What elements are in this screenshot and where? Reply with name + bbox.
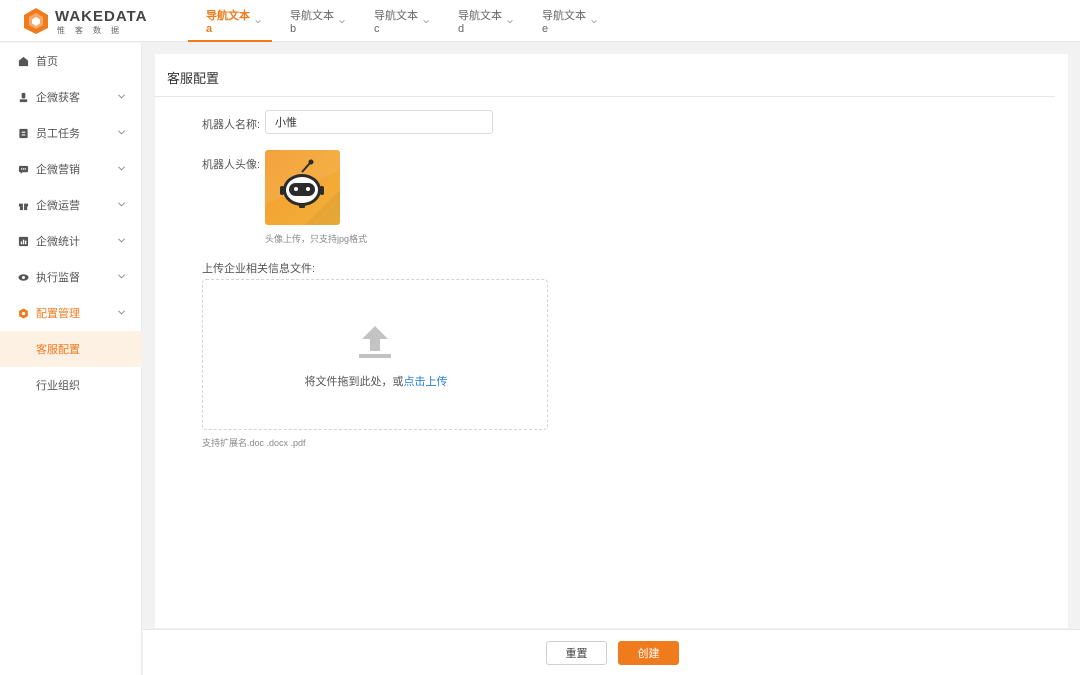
- upload-text: 将文件拖到此处，或: [304, 376, 404, 388]
- sidebar-item-home[interactable]: 首页: [0, 43, 142, 79]
- brand-logo[interactable]: WAKEDATA 惟客数据: [22, 6, 146, 36]
- sidebar-subitem-label: 客服配置: [36, 344, 80, 356]
- sidebar-item-label: 执行监督: [36, 272, 80, 284]
- sidebar-item-config[interactable]: 配置管理: [0, 295, 142, 331]
- chevron-down-icon: [255, 19, 261, 23]
- chevron-down-icon: [423, 19, 429, 23]
- robot-avatar-label: 机器人头像:: [202, 159, 261, 171]
- form-footer: 重置 创建: [143, 629, 1080, 675]
- file-upload-dropzone[interactable]: 将文件拖到此处，或点击上传: [202, 279, 548, 430]
- top-header: WAKEDATA 惟客数据 导航文本a 导航文本b 导航文本c 导航文本d 导航…: [0, 0, 1080, 42]
- brand-subtitle: 惟客数据: [57, 26, 129, 35]
- chevron-down-icon: [591, 19, 597, 23]
- nav-item-label: 导航文本e: [542, 10, 586, 35]
- sidebar-item-label: 企微获客: [36, 92, 80, 104]
- robot-avatar-upload[interactable]: [265, 150, 340, 225]
- robot-name-input[interactable]: [265, 110, 493, 134]
- sidebar-item-label: 企微运营: [36, 200, 80, 212]
- upload-hint: 支持扩展名.doc .docx .pdf: [202, 438, 306, 448]
- sidebar-item-tasks[interactable]: 员工任务: [0, 115, 142, 151]
- gift-icon: [18, 203, 29, 210]
- nav-item-label: 导航文本d: [458, 10, 502, 35]
- sidebar-subitem-industry-org[interactable]: 行业组织: [0, 367, 142, 403]
- chevron-down-icon: [118, 130, 125, 135]
- chevron-down-icon: [118, 310, 125, 315]
- page-title: 客服配置: [167, 71, 220, 86]
- user-plus-icon: [19, 92, 28, 102]
- nav-item-e[interactable]: 导航文本e: [524, 0, 608, 42]
- logo-icon: [24, 8, 48, 34]
- nav-item-label: 导航文本b: [290, 10, 334, 35]
- robot-name-label: 机器人名称:: [202, 119, 261, 131]
- sidebar-item-label: 首页: [36, 56, 58, 68]
- home-icon: [18, 56, 29, 66]
- create-button[interactable]: 创建: [618, 641, 679, 665]
- nav-item-a[interactable]: 导航文本a: [188, 0, 272, 42]
- chevron-down-icon: [118, 202, 125, 207]
- chevron-down-icon: [118, 238, 125, 243]
- brand-name: WAKEDATA: [55, 8, 148, 25]
- nav-item-label: 导航文本c: [374, 10, 418, 35]
- nav-item-c[interactable]: 导航文本c: [356, 0, 440, 42]
- message-icon: [18, 165, 29, 174]
- chevron-down-icon: [118, 166, 125, 171]
- upload-link[interactable]: 点击上传: [404, 376, 448, 388]
- chevron-down-icon: [118, 94, 125, 99]
- sidebar-item-operations[interactable]: 企微运营: [0, 187, 142, 223]
- sidebar-item-acquire[interactable]: 企微获客: [0, 79, 142, 115]
- upload-instructions: 将文件拖到此处，或点击上传: [203, 373, 549, 389]
- avatar-hint: 头像上传，只支持jpg格式: [265, 234, 368, 244]
- eye-icon: [18, 273, 29, 281]
- upload-icon: [359, 326, 391, 358]
- sidebar-item-marketing[interactable]: 企微营销: [0, 151, 142, 187]
- sidebar-item-label: 企微统计: [36, 236, 80, 248]
- sidebar-item-label: 配置管理: [36, 308, 80, 320]
- nav-item-label: 导航文本a: [206, 10, 250, 35]
- reset-button[interactable]: 重置: [546, 641, 607, 665]
- sidebar-item-supervision[interactable]: 执行监督: [0, 259, 142, 295]
- chevron-down-icon: [118, 274, 125, 279]
- chevron-down-icon: [339, 19, 345, 23]
- content-card: 客服配置 机器人名称: 机器人头像: 头像上传，只支持jpg格式 上传企业相关信…: [155, 54, 1068, 628]
- sidebar-item-stats[interactable]: 企微统计: [0, 223, 142, 259]
- sidebar-item-label: 员工任务: [36, 128, 80, 140]
- sidebar-subitem-service-config[interactable]: 客服配置: [0, 331, 142, 367]
- sidebar-item-label: 企微营销: [36, 164, 80, 176]
- stats-icon: [18, 236, 29, 246]
- sidebar-subitem-label: 行业组织: [36, 380, 80, 392]
- title-divider: [155, 96, 1055, 97]
- top-nav: 导航文本a 导航文本b 导航文本c 导航文本d 导航文本e: [188, 0, 608, 42]
- sidebar: 首页 企微获客 员工任务 企微营销 企微运营 企微统计 执行监督 配置管理 客服…: [0, 43, 142, 675]
- nav-item-b[interactable]: 导航文本b: [272, 0, 356, 42]
- robot-avatar-icon: [265, 150, 340, 225]
- chevron-down-icon: [507, 19, 513, 23]
- task-icon: [19, 128, 28, 138]
- settings-icon: [19, 307, 28, 319]
- upload-label: 上传企业相关信息文件:: [202, 263, 316, 275]
- nav-item-d[interactable]: 导航文本d: [440, 0, 524, 42]
